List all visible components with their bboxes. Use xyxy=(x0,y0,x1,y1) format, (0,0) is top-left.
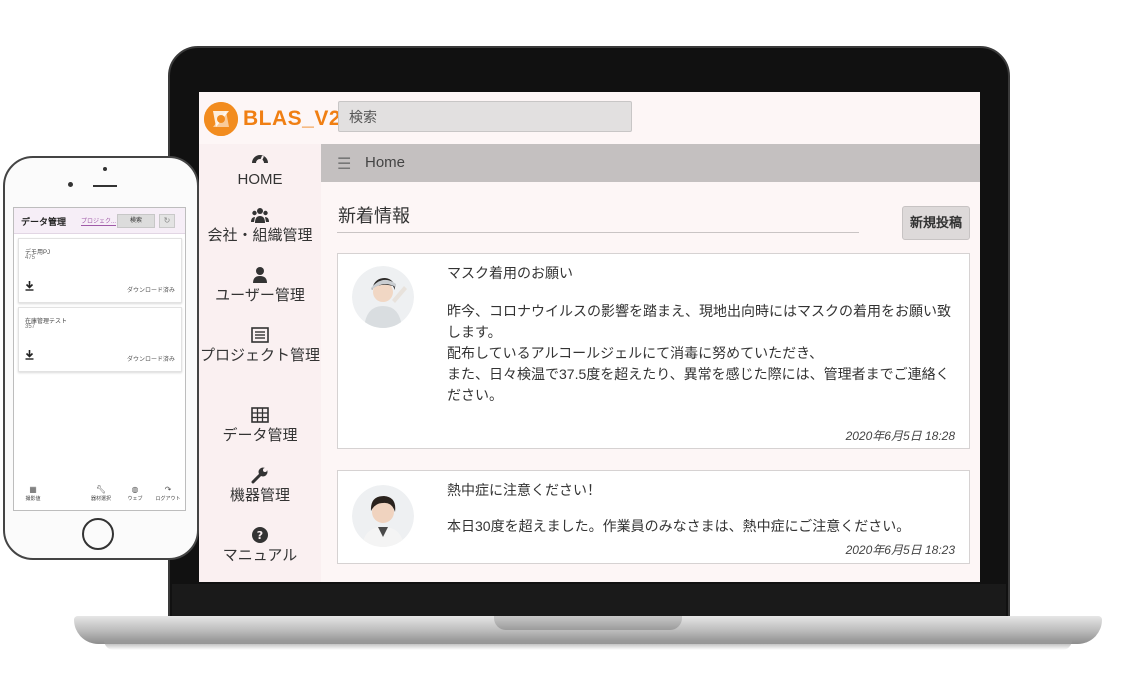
list-item[interactable]: デモ用PJ 475 ダウンロード済み xyxy=(18,238,182,303)
sidebar-item-manual[interactable]: ? マニュアル xyxy=(199,526,321,566)
post-title: 熱中症に注意ください！ xyxy=(447,482,601,498)
question-icon: ? xyxy=(199,526,321,544)
logout-icon: ↷ xyxy=(164,485,172,494)
avatar xyxy=(352,266,414,328)
laptop-chin xyxy=(172,584,1006,620)
wrench-icon xyxy=(199,466,321,484)
phone-speaker xyxy=(93,185,117,187)
post-time: 18:23 xyxy=(924,543,955,557)
laptop-screen: BLAS_V2 検索 HOME 会社・組織管理 ユーザー管理 プロジェクト管理 … xyxy=(199,92,980,582)
phone-screen: データ管理 プロジェク... 検索 ↻ デモ用PJ 475 ダウンロード済み 在… xyxy=(13,207,186,511)
page-title: 新着情報 xyxy=(338,206,410,226)
list-icon xyxy=(199,326,321,344)
post-body-line: 本日30度を超えました。作業員のみなさまは、熱中症にご注意ください。 xyxy=(447,518,911,534)
download-status: ダウンロード済み xyxy=(126,288,175,294)
app-logo-text[interactable]: BLAS_V2 xyxy=(243,107,341,131)
phone-nav-label: 器材選択 xyxy=(90,496,111,502)
phone-tab-project[interactable]: プロジェク... xyxy=(81,216,117,226)
post-date: 2020年6月5日 xyxy=(845,543,922,557)
sidebar: HOME 会社・組織管理 ユーザー管理 プロジェクト管理 データ管理 機器管理 … xyxy=(199,144,321,582)
phone-nav-label: 撮影値 xyxy=(25,496,41,502)
sidebar-item-home[interactable]: HOME xyxy=(199,150,321,190)
phone-search-button[interactable]: 検索 xyxy=(117,214,155,228)
title-divider xyxy=(337,232,859,233)
sidebar-item-company[interactable]: 会社・組織管理 xyxy=(199,206,321,246)
menu-toggle-icon[interactable]: ☰ xyxy=(337,154,351,173)
post-timestamp: 2020年6月5日 18:23 xyxy=(846,541,955,558)
phone-nav-item[interactable]: 🔧︎ 器材選択 xyxy=(84,484,118,502)
wrench-icon: 🔧︎ xyxy=(95,485,107,494)
breadcrumb-bar: ☰ Home xyxy=(321,144,980,182)
phone-app-bar: データ管理 プロジェク... 検索 ↻ xyxy=(14,208,185,234)
phone-camera xyxy=(103,167,107,171)
post-body-line: 昨今、コロナウイルスの影響を踏まえ、現地出向時にはマスクの着用をお願い致します。 xyxy=(447,303,951,340)
device-mockup-stage: BLAS_V2 検索 HOME 会社・組織管理 ユーザー管理 プロジェクト管理 … xyxy=(0,0,1134,675)
post-body-line: また、日々検温で37.5度を超えたり、異常を感じた際には、管理者までご連絡くださ… xyxy=(447,366,950,403)
grid-icon: ▦ xyxy=(29,485,37,494)
phone-nav-item[interactable]: ▦ 撮影値 xyxy=(16,484,50,502)
user-icon xyxy=(199,266,321,284)
sidebar-item-data[interactable]: データ管理 xyxy=(199,406,321,446)
post-timestamp: 2020年6月5日 18:28 xyxy=(846,427,955,444)
sidebar-item-label: ユーザー管理 xyxy=(215,287,305,304)
download-icon[interactable] xyxy=(25,281,34,291)
post-time: 18:28 xyxy=(924,429,955,443)
svg-text:?: ? xyxy=(257,529,263,542)
sidebar-item-label: 会社・組織管理 xyxy=(207,227,313,244)
post-date: 2020年6月5日 xyxy=(845,429,922,443)
post-body: 昨今、コロナウイルスの影響を踏まえ、現地出向時にはマスクの着用をお願い致します。… xyxy=(447,301,952,406)
download-icon[interactable] xyxy=(25,350,34,360)
search-input[interactable]: 検索 xyxy=(338,101,632,132)
news-post[interactable]: マスク着用のお願い 昨今、コロナウイルスの影響を踏まえ、現地出向時にはマスクの着… xyxy=(337,253,970,449)
avatar xyxy=(352,485,414,547)
sidebar-item-label: プロジェクト管理 xyxy=(199,347,320,364)
phone-nav-label: ログアウト xyxy=(155,496,181,502)
phone-bottom-nav: ▦ 撮影値 🔧︎ 器材選択 ◍ ウェブ ↷ ログアウト xyxy=(14,478,185,510)
main-content: ☰ Home 新着情報 新規投稿 マスク着用のお願い 昨今、コロナウイルスの影響… xyxy=(321,144,980,582)
project-count: 475 xyxy=(25,255,36,261)
phone-nav-item[interactable]: ◍ ウェブ xyxy=(118,484,152,502)
new-post-button[interactable]: 新規投稿 xyxy=(902,206,970,240)
sidebar-item-label: データ管理 xyxy=(222,427,298,444)
phone-sensor xyxy=(68,182,73,187)
post-body-line: 配布しているアルコールジェルにて消毒に努めていただき、 xyxy=(447,345,824,361)
breadcrumb[interactable]: Home xyxy=(365,154,405,171)
sidebar-item-projects[interactable]: プロジェクト管理 xyxy=(199,326,321,366)
sidebar-item-devices[interactable]: 機器管理 xyxy=(199,466,321,506)
post-body: 本日30度を超えました。作業員のみなさまは、熱中症にご注意ください。 xyxy=(447,516,952,537)
dashboard-icon xyxy=(199,150,321,168)
refresh-icon[interactable]: ↻ xyxy=(159,214,175,228)
post-title: マスク着用のお願い xyxy=(447,265,573,281)
laptop-notch xyxy=(494,616,682,630)
sidebar-item-label: マニュアル xyxy=(222,547,298,564)
app-header: BLAS_V2 検索 xyxy=(199,92,980,144)
news-post[interactable]: 熱中症に注意ください！ 本日30度を超えました。作業員のみなさまは、熱中症にご注… xyxy=(337,470,970,564)
phone-nav-item[interactable]: ↷ ログアウト xyxy=(151,484,185,502)
sidebar-item-label: 機器管理 xyxy=(229,487,290,504)
table-icon xyxy=(199,406,321,424)
sidebar-item-users[interactable]: ユーザー管理 xyxy=(199,266,321,306)
phone-home-button xyxy=(82,518,114,550)
list-item[interactable]: 在庫管理テスト 357 ダウンロード済み xyxy=(18,307,182,372)
phone-page-title: データ管理 xyxy=(21,217,67,227)
globe-icon: ◍ xyxy=(131,485,139,494)
laptop-base-shadow xyxy=(104,640,1072,650)
sidebar-item-label: HOME xyxy=(237,171,283,188)
users-icon xyxy=(199,206,321,224)
project-count: 357 xyxy=(25,324,36,330)
download-status: ダウンロード済み xyxy=(126,357,175,363)
logo-icon[interactable] xyxy=(204,102,238,136)
phone-nav-label: ウェブ xyxy=(127,496,143,502)
